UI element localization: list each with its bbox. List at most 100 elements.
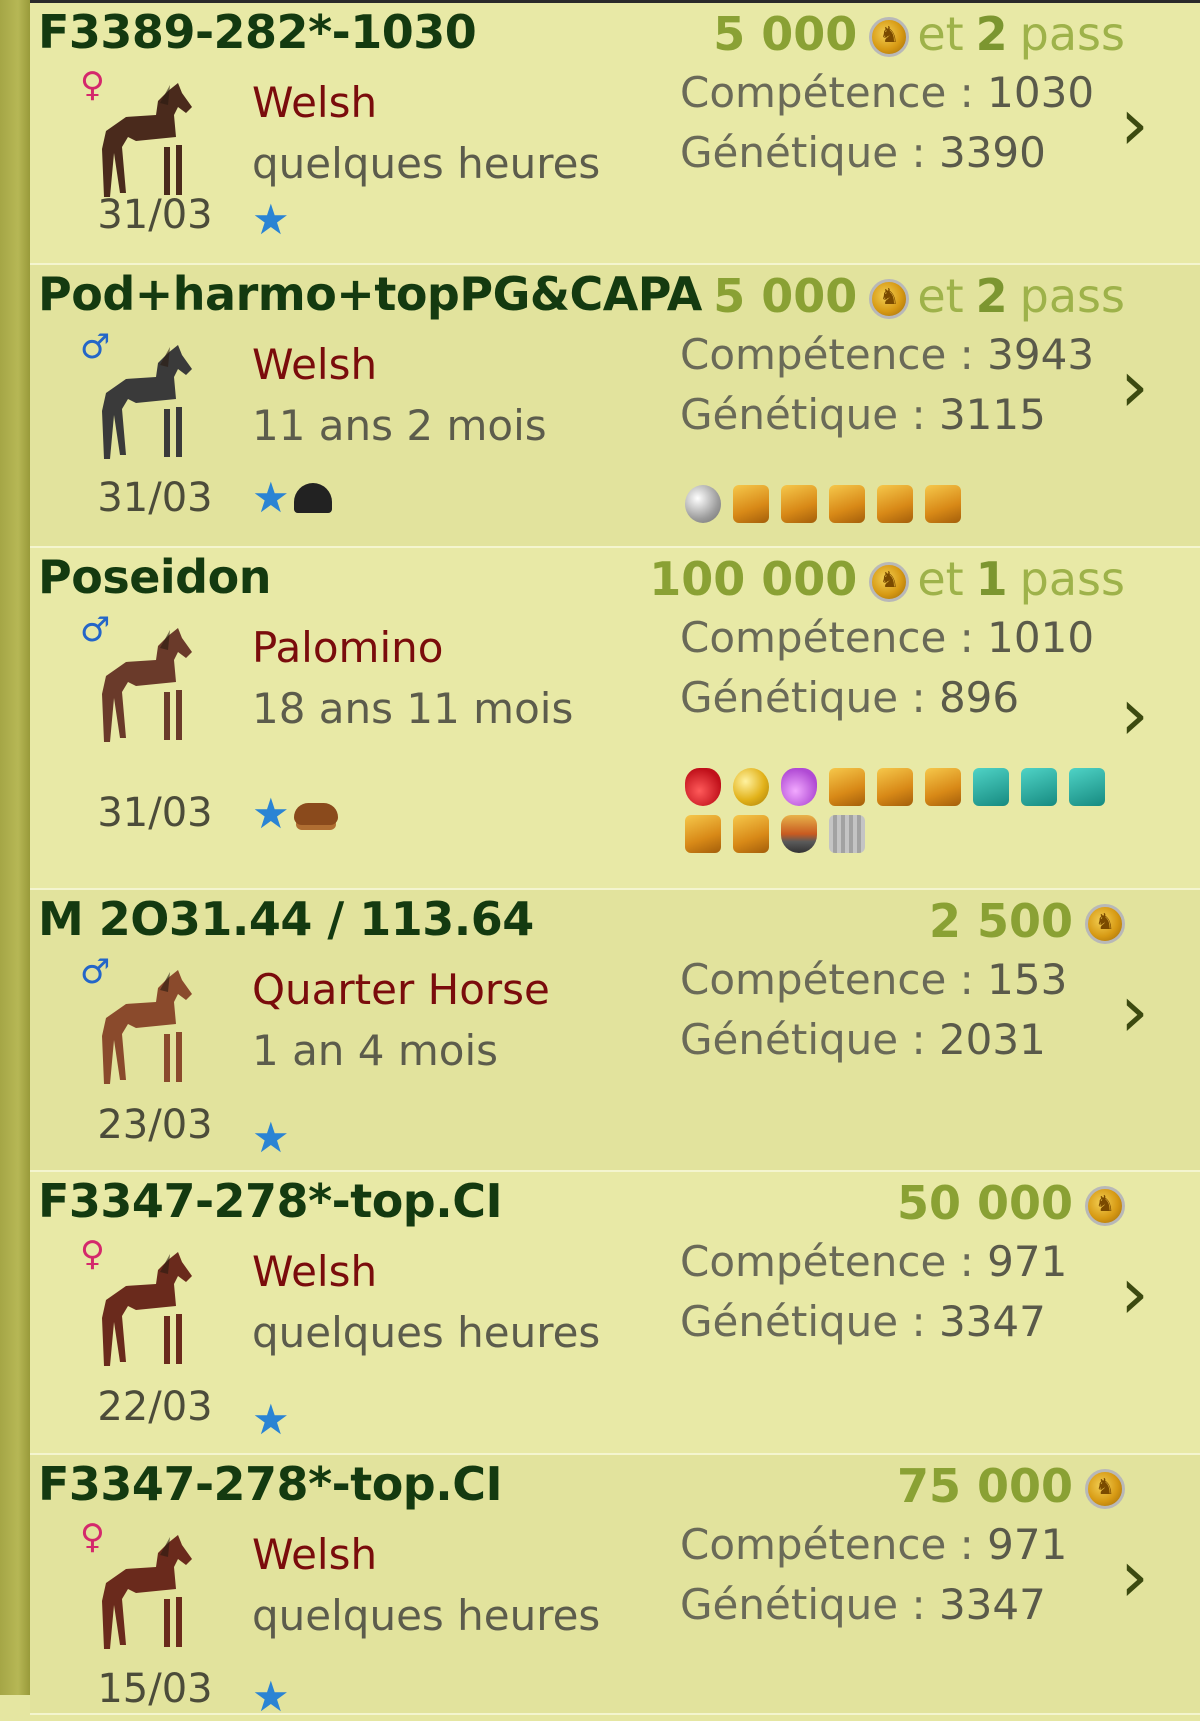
chevron-right-icon[interactable]: › <box>1120 88 1149 160</box>
age: quelques heures <box>252 1308 601 1357</box>
golden-trophy-icon <box>877 485 913 523</box>
item-list <box>685 768 1105 853</box>
competence-value: 1010 <box>987 613 1095 662</box>
male-icon: ♂ <box>80 327 111 367</box>
female-icon: ♀ <box>80 65 105 105</box>
competence-stat: Compétence : 971 <box>680 1520 1067 1569</box>
genetique-value: 896 <box>938 673 1020 722</box>
genetique-label: Génétique : <box>680 390 939 439</box>
price: 5 000 ♞ et 2 pass <box>713 5 1125 63</box>
badge-list: ★ <box>252 476 332 520</box>
listing-row[interactable]: M 2O31.44 / 113.64 2 500 ♞ ♂ 23/03 Quarter H… <box>30 890 1200 1172</box>
coin-icon: ♞ <box>1085 1186 1125 1226</box>
genetique-value: 3390 <box>938 128 1046 177</box>
chevron-right-icon[interactable]: › <box>1120 678 1149 750</box>
competence-value: 971 <box>987 1237 1068 1286</box>
breed: Welsh <box>252 340 378 389</box>
badge-list: ★ <box>252 1398 290 1442</box>
competence-value: 1030 <box>987 68 1095 117</box>
genetique-label: Génétique : <box>680 1580 939 1629</box>
horse-name: F3347-278*-top.CI <box>38 1457 503 1511</box>
genetique-value: 3115 <box>938 390 1046 439</box>
horse-icon <box>102 1252 192 1366</box>
star-icon: ★ <box>252 195 290 244</box>
red-potion-icon <box>685 768 721 806</box>
genetique-stat: Génétique : 896 <box>680 673 1019 722</box>
listing-row[interactable]: F3389-282*-1030 5 000 ♞ et 2 pass ♀ 31/03 Welsh… <box>30 3 1200 265</box>
golden-horse-head-icon <box>733 485 769 523</box>
pass-label: pass <box>1019 269 1125 323</box>
competence-stat: Compétence : 971 <box>680 1237 1067 1286</box>
genetique-stat: Génétique : 3115 <box>680 390 1046 439</box>
teal-bird-icon <box>1021 768 1057 806</box>
coin-icon: ♞ <box>1085 904 1125 944</box>
chevron-right-icon[interactable]: › <box>1120 350 1149 422</box>
listing-row[interactable]: Pod+harmo+topPG&CAPA 5 000 ♞ et 2 pass ♂ 31/03… <box>30 265 1200 548</box>
competence-value: 153 <box>987 955 1068 1004</box>
listing-row[interactable]: F3347-278*-top.CI 75 000 ♞ ♀ 15/03 Welsh quel… <box>30 1455 1200 1719</box>
competence-stat: Compétence : 3943 <box>680 330 1094 379</box>
breed: Palomino <box>252 623 444 672</box>
price-et: et <box>917 269 964 323</box>
age: quelques heures <box>252 1591 601 1640</box>
horse-sales-list: F3389-282*-1030 5 000 ♞ et 2 pass ♀ 31/03 Welsh… <box>0 0 1200 1719</box>
violet-potion-icon <box>781 768 817 806</box>
competence-label: Compétence : <box>680 613 988 662</box>
item-list <box>685 485 1105 523</box>
horseshoe-icon <box>973 768 1009 806</box>
pass-count: 2 <box>975 269 1008 323</box>
star-icon: ★ <box>252 1113 290 1162</box>
chevron-right-icon[interactable]: › <box>1120 1257 1149 1329</box>
pass-count: 2 <box>975 7 1008 61</box>
badge-list: ★ <box>252 792 338 836</box>
coin-icon: ♞ <box>1085 1469 1125 1509</box>
listing-date: 31/03 <box>97 790 213 836</box>
pass-label: pass <box>1019 552 1125 606</box>
price-value: 50 000 <box>896 1176 1073 1230</box>
coin-icon: ♞ <box>869 562 910 602</box>
price: 50 000 ♞ <box>897 1174 1125 1232</box>
competence-label: Compétence : <box>680 955 988 1004</box>
price: 2 500 ♞ <box>929 892 1125 950</box>
star-icon: ★ <box>252 1395 290 1444</box>
listing-date: 23/03 <box>97 1102 213 1148</box>
age: 1 an 4 mois <box>252 1026 499 1075</box>
golden-harp-icon <box>925 768 961 806</box>
male-icon: ♂ <box>80 952 111 992</box>
horse-avatar <box>90 1523 220 1653</box>
pass-label: pass <box>1019 7 1125 61</box>
competence-stat: Compétence : 1030 <box>680 68 1094 117</box>
listing-row[interactable]: Poseidon 100 000 ♞ et 1 pass ♂ 31/03 Palomino 18… <box>30 548 1200 890</box>
genetique-label: Génétique : <box>680 673 939 722</box>
price: 75 000 ♞ <box>897 1457 1125 1515</box>
golden-pyramid-icon <box>829 485 865 523</box>
genetique-label: Génétique : <box>680 128 939 177</box>
chevron-right-icon[interactable]: › <box>1120 1540 1149 1612</box>
age: 18 ans 11 mois <box>252 684 574 733</box>
listing-date: 31/03 <box>97 475 213 521</box>
silver-apple-icon <box>685 485 721 523</box>
breed: Welsh <box>252 1247 378 1296</box>
genetique-value: 2031 <box>938 1015 1046 1064</box>
badge-list: ★ <box>252 198 290 242</box>
competence-label: Compétence : <box>680 68 988 117</box>
coin-icon: ♞ <box>869 279 910 319</box>
listing-row[interactable]: F3347-278*-top.CI 50 000 ♞ ♀ 22/03 Welsh quel… <box>30 1172 1200 1455</box>
genetique-label: Génétique : <box>680 1015 939 1064</box>
golden-trophy-icon <box>733 815 769 853</box>
horse-name: Pod+harmo+topPG&CAPA <box>38 267 702 321</box>
breed: Welsh <box>252 78 378 127</box>
listing-date: 31/03 <box>97 192 213 238</box>
golden-fleece-icon <box>829 768 865 806</box>
price-value: 5 000 <box>713 7 858 61</box>
golden-apple-icon <box>733 768 769 806</box>
chevron-right-icon[interactable]: › <box>1120 975 1149 1047</box>
listing-date: 15/03 <box>97 1666 213 1712</box>
horse-name: F3347-278*-top.CI <box>38 1174 503 1228</box>
price-value: 5 000 <box>713 269 858 323</box>
genetique-stat: Génétique : 3347 <box>680 1580 1046 1629</box>
genetique-label: Génétique : <box>680 1297 939 1346</box>
star-icon: ★ <box>252 789 290 838</box>
genetique-stat: Génétique : 3390 <box>680 128 1046 177</box>
helmet-icon <box>293 483 332 513</box>
